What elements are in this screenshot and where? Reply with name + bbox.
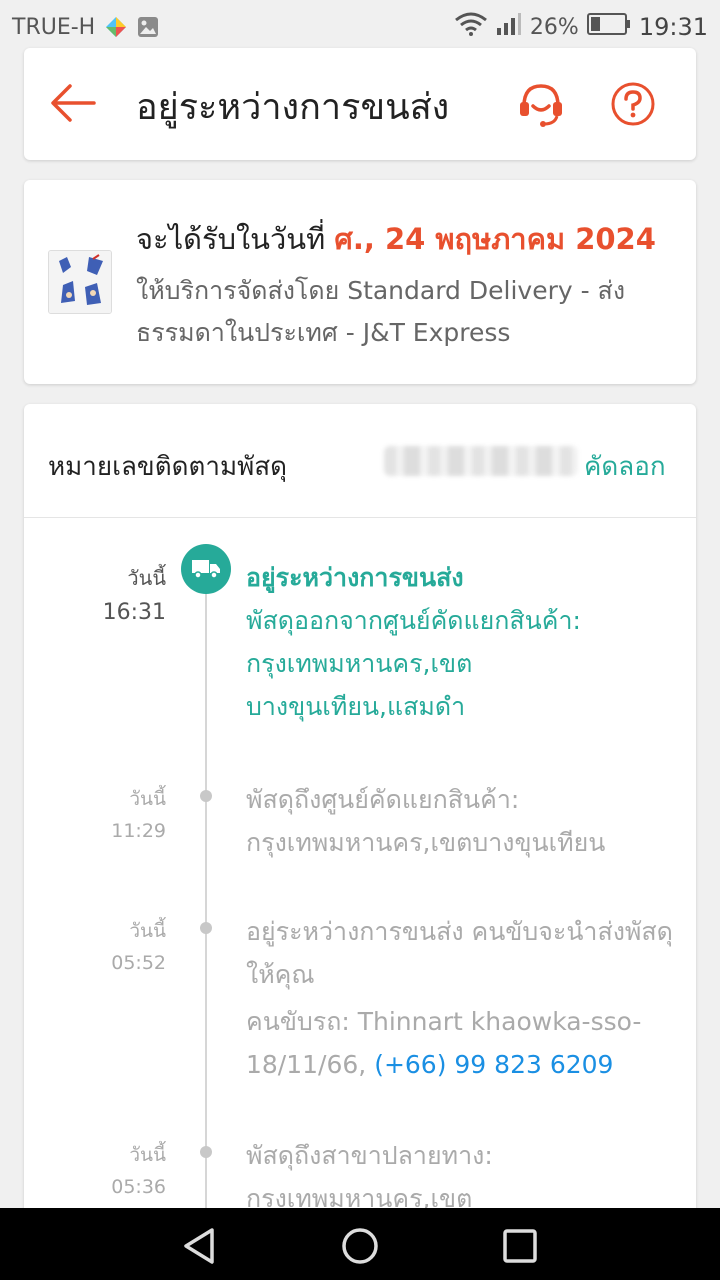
event-day: วันนี้ [129, 920, 166, 942]
clock: 19:31 [638, 13, 708, 41]
event-time: 11:29 [111, 820, 166, 842]
signal-icon [496, 12, 522, 42]
driver-phone-link[interactable]: (+66) 99 823 6209 [374, 1050, 613, 1079]
battery-percent: 26% [529, 14, 579, 40]
eta-date: ศ., 24 พฤษภาคม 2024 [334, 222, 656, 256]
product-thumbnail [48, 250, 112, 314]
gallery-icon [137, 16, 159, 38]
page-title: อยู่ระหว่างการขนส่ง [136, 87, 450, 128]
event-text: อยู่ระหว่างการขนส่ง คนขับจะนำส่งพัสดุให้… [246, 910, 676, 1086]
eta-line: จะได้รับในวันที่ ศ., 24 พฤษภาคม 2024 [136, 216, 656, 262]
carrier-label: TRUE-H [12, 14, 96, 40]
event-detail: พัสดุถึงศูนย์คัดแยกสินค้า: กรุงเทพมหานคร… [246, 785, 606, 857]
event-text: อยู่ระหว่างการขนส่ง พัสดุออกจากศูนย์คัดแ… [246, 556, 676, 728]
back-triangle-icon[interactable] [180, 1226, 220, 1266]
recents-square-icon[interactable] [500, 1226, 540, 1266]
help-icon[interactable] [610, 81, 656, 127]
system-nav-bar [0, 1208, 720, 1280]
event-time: 05:52 [111, 952, 166, 974]
event-day: วันนี้ [129, 1144, 166, 1166]
copy-button[interactable]: คัดลอก [584, 446, 666, 487]
tracking-number-label: หมายเลขติดตามพัสดุ [48, 452, 287, 482]
truck-icon [181, 544, 231, 594]
timeline-dot [200, 922, 212, 934]
event-detail: พัสดุออกจากศูนย์คัดแยกสินค้า: กรุงเทพมหา… [246, 606, 581, 721]
event-status: อยู่ระหว่างการขนส่ง [246, 563, 464, 592]
support-headset-icon[interactable] [516, 80, 566, 128]
timeline-dot [200, 790, 212, 802]
event-detail: อยู่ระหว่างการขนส่ง คนขับจะนำส่งพัสดุให้… [246, 917, 673, 989]
tracking-number-redacted [384, 446, 578, 476]
event-day: วันนี้ [129, 788, 166, 810]
event-day: วันนี้ [127, 566, 166, 590]
timeline-dot [200, 1146, 212, 1158]
assistant-icon [105, 16, 127, 38]
eta-lead: จะได้รับในวันที่ [136, 222, 326, 256]
tracking-card: หมายเลขติดตามพัสดุ คัดลอก วันนี้ 16:31 อ… [24, 404, 696, 1224]
home-circle-icon[interactable] [340, 1226, 380, 1266]
wifi-icon [454, 12, 488, 42]
tracking-number-row: หมายเลขติดตามพัสดุ คัดลอก [24, 404, 696, 518]
event-time: 16:31 [102, 600, 166, 625]
event-time: 05:36 [111, 1176, 166, 1198]
battery-icon [586, 12, 631, 42]
delivery-card: จะได้รับในวันที่ ศ., 24 พฤษภาคม 2024 ให้… [24, 180, 696, 384]
status-bar: TRUE-H 26% 19:31 [0, 0, 720, 54]
app-header: อยู่ระหว่างการขนส่ง [24, 48, 696, 160]
timeline-line [205, 574, 207, 1224]
back-arrow-icon[interactable] [50, 80, 96, 126]
event-driver-line: คนขับรถ: Thinnart khaowka-sso-18/11/66, … [246, 1000, 676, 1086]
shipping-service: ให้บริการจัดส่งโดย Standard Delivery - ส… [136, 276, 626, 347]
